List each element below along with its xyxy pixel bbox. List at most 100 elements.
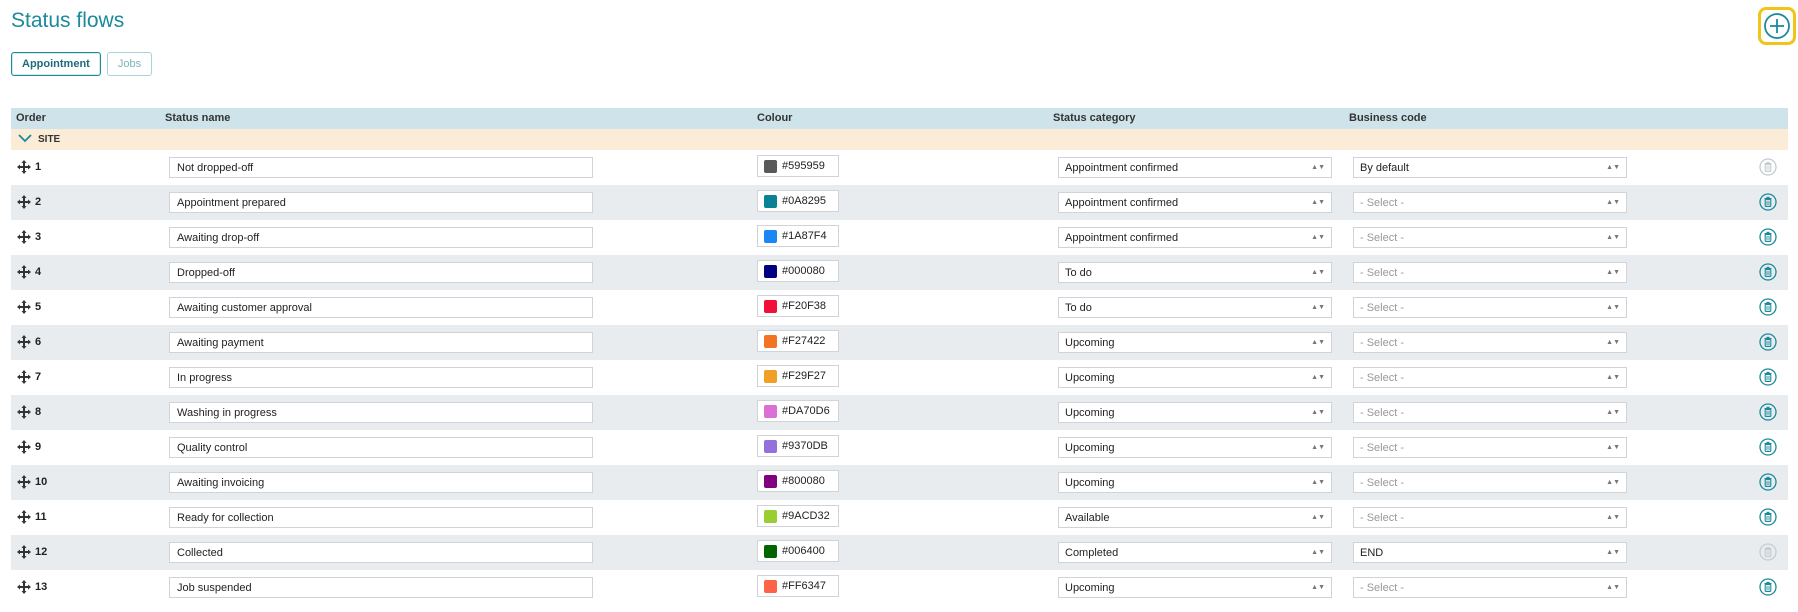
status-name-input[interactable]: Collected <box>169 542 593 563</box>
colour-swatch <box>764 404 777 418</box>
status-category-select[interactable]: To do ▲▼ <box>1058 262 1332 283</box>
status-name-input[interactable]: Job suspended <box>169 577 593 598</box>
colour-picker[interactable]: #F27422 <box>757 330 839 352</box>
status-name-input[interactable]: Appointment prepared <box>169 192 593 213</box>
status-category-select[interactable]: Appointment confirmed ▲▼ <box>1058 227 1332 248</box>
business-code-select[interactable]: - Select - ▲▼ <box>1353 367 1627 388</box>
business-code-select[interactable]: END ▲▼ <box>1353 542 1627 563</box>
drag-handle[interactable]: 6 <box>17 335 41 349</box>
business-code-select[interactable]: - Select - ▲▼ <box>1353 472 1627 493</box>
drag-handle[interactable]: 8 <box>17 405 41 419</box>
drag-handle[interactable]: 4 <box>17 265 41 279</box>
delete-button[interactable] <box>1759 333 1777 354</box>
status-category-select[interactable]: To do ▲▼ <box>1058 297 1332 318</box>
business-code-select[interactable]: By default ▲▼ <box>1353 157 1627 178</box>
colour-swatch <box>764 194 777 208</box>
delete-button[interactable] <box>1759 508 1777 529</box>
colour-swatch <box>764 544 777 558</box>
colour-picker[interactable]: #9ACD32 <box>757 505 839 527</box>
business-code-select[interactable]: - Select - ▲▼ <box>1353 577 1627 598</box>
delete-button[interactable] <box>1759 578 1777 599</box>
business-code-select[interactable]: - Select - ▲▼ <box>1353 507 1627 528</box>
move-icon <box>17 405 31 419</box>
status-name-input[interactable]: Awaiting customer approval <box>169 297 593 318</box>
status-name-input[interactable]: Dropped-off <box>169 262 593 283</box>
status-category-select[interactable]: Upcoming ▲▼ <box>1058 577 1332 598</box>
business-code-select[interactable]: - Select - ▲▼ <box>1353 297 1627 318</box>
status-name-input[interactable]: Washing in progress <box>169 402 593 423</box>
colour-picker[interactable]: #F29F27 <box>757 365 839 387</box>
delete-button[interactable] <box>1759 543 1777 564</box>
drag-handle[interactable]: 1 <box>17 160 41 174</box>
status-name-input[interactable]: Quality control <box>169 437 593 458</box>
delete-button[interactable] <box>1759 473 1777 494</box>
colour-picker[interactable]: #FF6347 <box>757 575 839 597</box>
drag-handle[interactable]: 11 <box>17 510 47 524</box>
colour-picker[interactable]: #000080 <box>757 260 839 282</box>
status-category-select[interactable]: Appointment confirmed ▲▼ <box>1058 157 1332 178</box>
drag-handle[interactable]: 7 <box>17 370 41 384</box>
status-category-value: Upcoming <box>1065 337 1115 349</box>
trash-icon <box>1759 543 1777 561</box>
delete-button[interactable] <box>1759 228 1777 249</box>
delete-button[interactable] <box>1759 438 1777 459</box>
status-category-select[interactable]: Upcoming ▲▼ <box>1058 402 1332 423</box>
status-category-value: Upcoming <box>1065 477 1115 489</box>
status-name-input[interactable]: Awaiting drop-off <box>169 227 593 248</box>
drag-handle[interactable]: 3 <box>17 230 41 244</box>
colour-picker[interactable]: #F20F38 <box>757 295 839 317</box>
colour-picker[interactable]: #1A87F4 <box>757 225 839 247</box>
business-code-select[interactable]: - Select - ▲▼ <box>1353 227 1627 248</box>
colour-picker[interactable]: #DA70D6 <box>757 400 839 422</box>
business-code-value: - Select - <box>1360 442 1405 454</box>
colour-picker[interactable]: #9370DB <box>757 435 839 457</box>
status-category-select[interactable]: Upcoming ▲▼ <box>1058 437 1332 458</box>
business-code-select[interactable]: - Select - ▲▼ <box>1353 332 1627 353</box>
business-code-select[interactable]: - Select - ▲▼ <box>1353 402 1627 423</box>
order-number: 2 <box>35 196 42 208</box>
delete-button[interactable] <box>1759 403 1777 424</box>
status-category-value: Completed <box>1065 547 1119 559</box>
delete-button[interactable] <box>1759 158 1777 179</box>
caret-down-icon: ▲▼ <box>1311 409 1325 416</box>
add-status-button[interactable] <box>1758 7 1796 45</box>
colour-hex: #800080 <box>782 475 825 487</box>
colour-picker[interactable]: #595959 <box>757 155 839 177</box>
status-category-select[interactable]: Upcoming ▲▼ <box>1058 367 1332 388</box>
status-category-select[interactable]: Available ▲▼ <box>1058 507 1332 528</box>
colour-picker[interactable]: #006400 <box>757 540 839 562</box>
tab-appointment[interactable]: Appointment <box>11 52 101 76</box>
delete-button[interactable] <box>1759 193 1777 214</box>
caret-down-icon: ▲▼ <box>1311 164 1325 171</box>
status-category-select[interactable]: Appointment confirmed ▲▼ <box>1058 192 1332 213</box>
status-category-select[interactable]: Completed ▲▼ <box>1058 542 1332 563</box>
drag-handle[interactable]: 13 <box>17 580 47 594</box>
status-name-input[interactable]: In progress <box>169 367 593 388</box>
colour-picker[interactable]: #800080 <box>757 470 839 492</box>
business-code-select[interactable]: - Select - ▲▼ <box>1353 262 1627 283</box>
status-category-select[interactable]: Upcoming ▲▼ <box>1058 472 1332 493</box>
status-name-input[interactable]: Awaiting payment <box>169 332 593 353</box>
delete-button[interactable] <box>1759 368 1777 389</box>
business-code-value: - Select - <box>1360 407 1405 419</box>
status-table: Order Status name Colour Status category… <box>11 108 1788 605</box>
status-name-input[interactable]: Ready for collection <box>169 507 593 528</box>
drag-handle[interactable]: 5 <box>17 300 41 314</box>
status-category-select[interactable]: Upcoming ▲▼ <box>1058 332 1332 353</box>
caret-down-icon: ▲▼ <box>1606 339 1620 346</box>
move-icon <box>17 300 31 314</box>
drag-handle[interactable]: 2 <box>17 195 41 209</box>
business-code-select[interactable]: - Select - ▲▼ <box>1353 437 1627 458</box>
table-row: 2 Appointment prepared #0A8295 Appointme… <box>11 185 1788 220</box>
status-name-input[interactable]: Awaiting invoicing <box>169 472 593 493</box>
colour-picker[interactable]: #0A8295 <box>757 190 839 212</box>
drag-handle[interactable]: 12 <box>17 545 47 559</box>
drag-handle[interactable]: 9 <box>17 440 41 454</box>
business-code-select[interactable]: - Select - ▲▼ <box>1353 192 1627 213</box>
delete-button[interactable] <box>1759 298 1777 319</box>
drag-handle[interactable]: 10 <box>17 475 47 489</box>
delete-button[interactable] <box>1759 263 1777 284</box>
status-name-input[interactable]: Not dropped-off <box>169 157 593 178</box>
group-row-site[interactable]: SITE <box>11 129 1788 150</box>
tab-jobs[interactable]: Jobs <box>106 52 153 76</box>
